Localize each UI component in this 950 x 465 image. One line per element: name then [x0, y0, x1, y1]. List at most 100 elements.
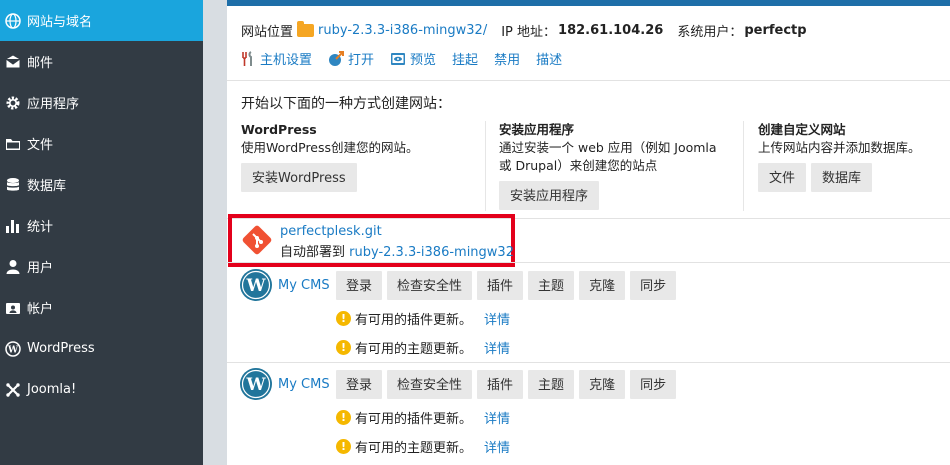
- sidebar-item-label: 应用程序: [27, 97, 80, 112]
- git-icon: [242, 225, 272, 255]
- warning-icon: !: [336, 410, 351, 425]
- apps-option-desc-line1: 通过安装一个 web 应用（例如 Joomla: [499, 140, 717, 155]
- sidebar-item-label: 网站与域名: [27, 15, 93, 30]
- plugin-update-notice: ! 有可用的插件更新。 详情: [336, 304, 676, 333]
- site-info-row: 网站位置 ruby-2.3.3-i386-mingw32/ IP 地址： 182…: [241, 21, 807, 40]
- divider: [227, 262, 950, 263]
- sidebar-item-files[interactable]: 文件: [0, 123, 203, 164]
- user-icon: [4, 258, 22, 276]
- sidebar-item-label: WordPress: [27, 341, 95, 356]
- mail-icon: [4, 53, 22, 71]
- database-icon: [4, 176, 22, 194]
- sidebar-item-databases[interactable]: 数据库: [0, 164, 203, 205]
- sidebar-item-joomla[interactable]: Joomla!: [0, 369, 203, 410]
- wrench-icon: [240, 50, 256, 67]
- wordpress-option-desc: 使用WordPress创建您的网站。: [241, 140, 419, 155]
- sidebar-item-label: 数据库: [27, 179, 67, 194]
- bar-chart-icon: [4, 217, 22, 235]
- site-actions: 主机设置 打开 预览 挂起 禁用 描述: [240, 49, 578, 68]
- folder-icon: [297, 21, 315, 37]
- disable-link[interactable]: 禁用: [494, 49, 520, 68]
- account-icon: [4, 299, 22, 317]
- preview-link[interactable]: 预览: [390, 49, 436, 68]
- wordpress-icon: W: [240, 269, 272, 301]
- sidebar-item-label: Joomla!: [27, 382, 77, 397]
- themes-button[interactable]: 主题: [528, 369, 575, 399]
- divider: [485, 121, 486, 211]
- hosting-settings-link[interactable]: 主机设置: [240, 49, 312, 68]
- joomla-icon: [4, 381, 22, 399]
- cms-name-link[interactable]: My CMS: [278, 278, 336, 293]
- sidebar-item-users[interactable]: 用户: [0, 246, 203, 287]
- sidebar-item-wordpress[interactable]: W WordPress: [0, 328, 203, 369]
- sync-button[interactable]: 同步: [630, 270, 677, 300]
- wordpress-option-title: WordPress: [241, 122, 317, 137]
- svg-text:W: W: [245, 375, 266, 395]
- clone-button[interactable]: 克隆: [579, 369, 626, 399]
- warning-icon: !: [336, 439, 351, 454]
- cms-name-link[interactable]: My CMS: [278, 377, 336, 392]
- cms-instance: W My CMS 登录 检查安全性 插件 主题 克隆 同步 ! 有可用的插件更新…: [239, 367, 677, 461]
- create-site-title: 开始以下面的一种方式创建网站：: [241, 96, 451, 112]
- wordpress-icon: W: [4, 340, 22, 358]
- sidebar-item-account[interactable]: 帐户: [0, 287, 203, 328]
- git-repository-highlight: perfectplesk.git 自动部署到 ruby-2.3.3-i386-m…: [228, 214, 515, 267]
- svg-text:W: W: [245, 276, 266, 296]
- sidebar-item-websites-domains[interactable]: 网站与域名: [0, 0, 203, 41]
- details-link[interactable]: 详情: [484, 338, 510, 357]
- ip-value: 182.61.104.26: [558, 23, 664, 38]
- plugin-update-notice: ! 有可用的插件更新。 详情: [336, 403, 676, 432]
- open-site-link[interactable]: 打开: [328, 49, 374, 68]
- install-apps-button[interactable]: 安装应用程序: [499, 181, 600, 210]
- plugins-button[interactable]: 插件: [477, 270, 524, 300]
- sidebar: 网站与域名 邮件 应用程序 文件 数据库 统计 用户 帐户 W WordPres…: [0, 0, 203, 465]
- site-location-label: 网站位置: [241, 25, 294, 40]
- details-link[interactable]: 详情: [484, 309, 510, 328]
- warning-icon: !: [336, 340, 351, 355]
- suspend-link[interactable]: 挂起: [452, 49, 478, 68]
- site-location-link[interactable]: ruby-2.3.3-i386-mingw32/: [318, 23, 487, 38]
- sidebar-item-label: 帐户: [27, 302, 54, 317]
- divider: [743, 121, 744, 211]
- sidebar-item-mail[interactable]: 邮件: [0, 41, 203, 82]
- description-link[interactable]: 描述: [536, 49, 562, 68]
- install-wordpress-button[interactable]: 安装WordPress: [241, 163, 357, 192]
- svg-text:W: W: [7, 345, 19, 355]
- check-security-button[interactable]: 检查安全性: [387, 270, 473, 300]
- sync-button[interactable]: 同步: [630, 369, 677, 399]
- details-link[interactable]: 详情: [484, 437, 510, 456]
- divider: [227, 362, 950, 363]
- plugins-button[interactable]: 插件: [477, 369, 524, 399]
- panel-header-bar: [227, 0, 950, 6]
- theme-update-notice: ! 有可用的主题更新。 详情: [336, 333, 676, 362]
- details-link[interactable]: 详情: [484, 408, 510, 427]
- apps-option: 安装应用程序 通过安装一个 web 应用（例如 Joomla 或 Drupal）…: [499, 121, 717, 210]
- wordpress-icon: W: [240, 368, 272, 400]
- check-security-button[interactable]: 检查安全性: [387, 369, 473, 399]
- open-icon: [328, 50, 345, 67]
- wordpress-option: WordPress 使用WordPress创建您的网站。 安装WordPress: [241, 121, 419, 192]
- sidebar-item-statistics[interactable]: 统计: [0, 205, 203, 246]
- preview-icon: [390, 51, 406, 67]
- sidebar-item-label: 统计: [27, 220, 54, 235]
- sidebar-item-label: 邮件: [27, 56, 54, 71]
- sidebar-item-applications[interactable]: 应用程序: [0, 82, 203, 123]
- system-user-label: 系统用户：: [677, 25, 743, 40]
- git-deploy-target-link[interactable]: ruby-2.3.3-i386-mingw32: [349, 245, 514, 260]
- databases-button[interactable]: 数据库: [811, 163, 873, 192]
- website-panel: 网站位置 ruby-2.3.3-i386-mingw32/ IP 地址： 182…: [227, 0, 950, 465]
- theme-update-notice: ! 有可用的主题更新。 详情: [336, 432, 676, 461]
- system-user-value: perfectp: [744, 23, 807, 38]
- globe-icon: [4, 12, 22, 30]
- login-button[interactable]: 登录: [336, 270, 383, 300]
- login-button[interactable]: 登录: [336, 369, 383, 399]
- clone-button[interactable]: 克隆: [579, 270, 626, 300]
- themes-button[interactable]: 主题: [528, 270, 575, 300]
- gear-icon: [4, 94, 22, 112]
- custom-site-option-title: 创建自定义网站: [758, 122, 846, 137]
- divider: [227, 80, 950, 81]
- apps-option-desc-line2: 或 Drupal）来创建您的站点: [499, 158, 658, 173]
- git-repository-link[interactable]: perfectplesk.git: [280, 224, 382, 239]
- ip-label: IP 地址：: [501, 25, 557, 40]
- files-button[interactable]: 文件: [758, 163, 807, 192]
